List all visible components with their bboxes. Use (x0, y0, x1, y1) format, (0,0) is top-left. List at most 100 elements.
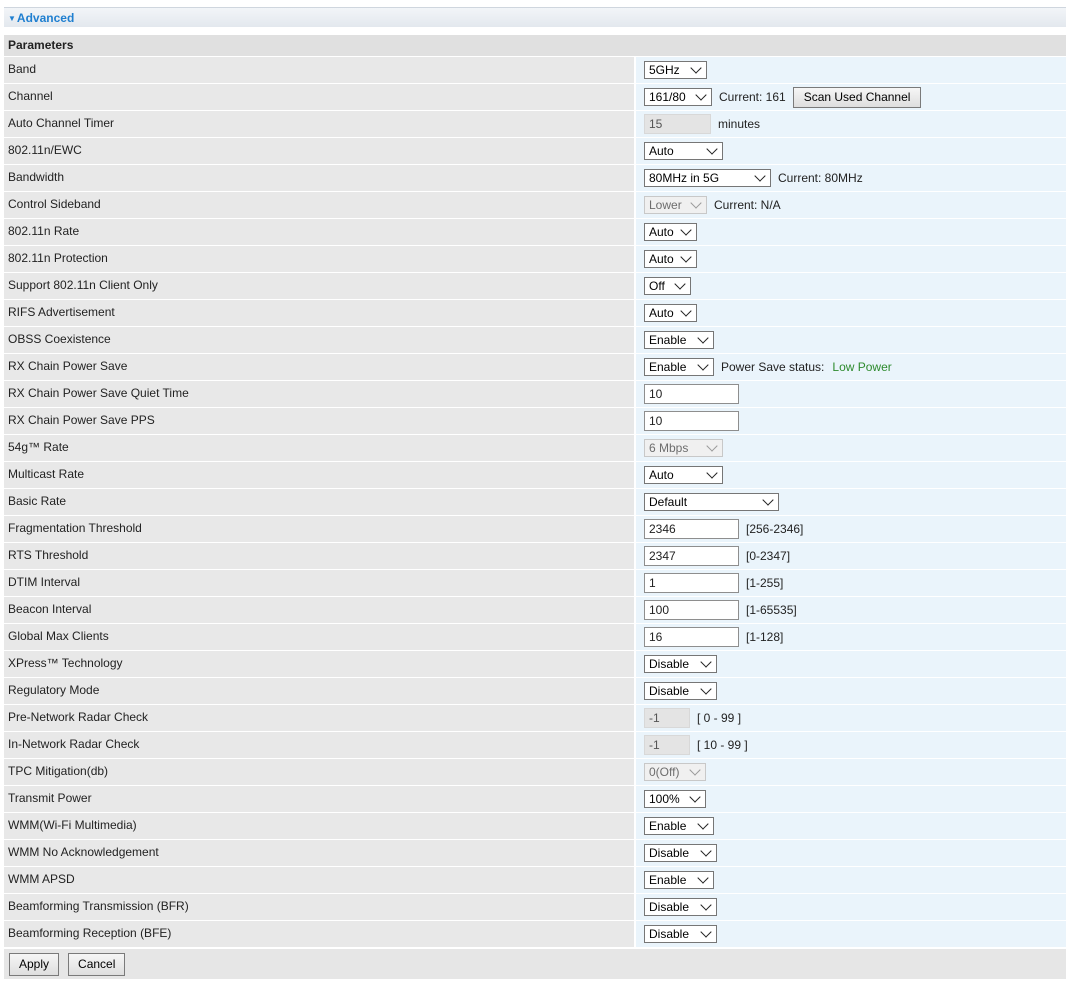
beacon-range: [1-65535] (746, 603, 797, 617)
chevron-down-icon (754, 170, 766, 182)
basic-rate-select[interactable]: Default (644, 493, 779, 511)
wmm-noack-select[interactable]: Disable (644, 844, 717, 862)
rx-quiet-time-input[interactable]: 10 (644, 384, 739, 404)
row-rifs: RIFS Advertisement Auto (4, 300, 1066, 327)
bandwidth-select[interactable]: 80MHz in 5G (644, 169, 771, 187)
row-multicast-rate: Multicast Rate Auto (4, 462, 1066, 489)
tpc-select-value: 0(Off) (649, 765, 680, 779)
obss-select-value: Enable (649, 333, 687, 347)
xpress-select[interactable]: Disable (644, 655, 717, 673)
n-protection-select[interactable]: Auto (644, 250, 697, 268)
rts-threshold-label: RTS Threshold (4, 543, 634, 569)
chevron-down-icon (700, 899, 712, 911)
row-rx-pps: RX Chain Power Save PPS 10 (4, 408, 1066, 435)
obss-select[interactable]: Enable (644, 331, 714, 349)
rx-pps-input[interactable]: 10 (644, 411, 739, 431)
n-ewc-select-value: Auto (649, 144, 674, 158)
frag-threshold-label: Fragmentation Threshold (4, 516, 634, 542)
pre-radar-input[interactable]: -1 (644, 708, 690, 728)
auto-channel-timer-input[interactable]: 15 (644, 114, 711, 134)
bfe-select[interactable]: Disable (644, 925, 717, 943)
rx-pps-label: RX Chain Power Save PPS (4, 408, 634, 434)
row-band: Band 5GHz (4, 57, 1066, 84)
channel-select-value: 161/80 (649, 90, 686, 104)
chevron-down-icon (706, 467, 718, 479)
auto-channel-timer-unit: minutes (718, 117, 761, 131)
row-54g-rate: 54g™ Rate 6 Mbps (4, 435, 1066, 462)
pre-radar-label: Pre-Network Radar Check (4, 705, 634, 731)
n-protection-select-value: Auto (649, 252, 674, 266)
in-radar-input[interactable]: -1 (644, 735, 690, 755)
band-label: Band (4, 57, 634, 83)
dtim-range: [1-255] (746, 576, 784, 590)
beacon-input[interactable]: 100 (644, 600, 739, 620)
chevron-down-icon (689, 764, 701, 776)
bfe-label: Beamforming Reception (BFE) (4, 921, 634, 947)
n-client-only-select[interactable]: Off (644, 277, 691, 295)
power-save-status-label: Power Save status: (721, 360, 825, 374)
advanced-panel: ▼Advanced Parameters Band 5GHz Channel 1… (4, 7, 1066, 979)
wmm-noack-label: WMM No Acknowledgement (4, 840, 634, 866)
n-rate-select[interactable]: Auto (644, 223, 697, 241)
tx-power-label: Transmit Power (4, 786, 634, 812)
bfr-label: Beamforming Transmission (BFR) (4, 894, 634, 920)
row-beacon: Beacon Interval 100 [1-65535] (4, 597, 1066, 624)
chevron-down-icon (689, 791, 701, 803)
rifs-select-value: Auto (649, 306, 674, 320)
row-rts-threshold: RTS Threshold 2347 [0-2347] (4, 543, 1066, 570)
chevron-down-icon (680, 224, 692, 236)
rx-power-save-select[interactable]: Enable (644, 358, 714, 376)
chevron-down-icon (700, 683, 712, 695)
max-clients-input[interactable]: 16 (644, 627, 739, 647)
rifs-select[interactable]: Auto (644, 304, 697, 322)
row-max-clients: Global Max Clients 16 [1-128] (4, 624, 1066, 651)
row-bandwidth: Bandwidth 80MHz in 5G Current: 80MHz (4, 165, 1066, 192)
row-basic-rate: Basic Rate Default (4, 489, 1066, 516)
multicast-rate-label: Multicast Rate (4, 462, 634, 488)
in-radar-range: [ 10 - 99 ] (697, 738, 748, 752)
apply-button[interactable]: Apply (9, 952, 60, 976)
wmm-apsd-select[interactable]: Enable (644, 871, 714, 889)
row-auto-channel-timer: Auto Channel Timer 15 minutes (4, 111, 1066, 138)
row-xpress: XPress™ Technology Disable (4, 651, 1066, 678)
wmm-label: WMM(Wi-Fi Multimedia) (4, 813, 634, 839)
xpress-select-value: Disable (649, 657, 690, 671)
scan-used-channel-button[interactable]: Scan Used Channel (792, 86, 922, 108)
xpress-label: XPress™ Technology (4, 651, 634, 677)
row-rx-power-save: RX Chain Power Save Enable Power Save sta… (4, 354, 1066, 381)
chevron-down-icon (700, 656, 712, 668)
row-wmm-apsd: WMM APSD Enable (4, 867, 1066, 894)
band-select[interactable]: 5GHz (644, 61, 707, 79)
multicast-rate-select[interactable]: Auto (644, 466, 723, 484)
advanced-section-header[interactable]: ▼Advanced (4, 7, 1066, 27)
frag-threshold-input[interactable]: 2346 (644, 519, 739, 539)
bfr-select[interactable]: Disable (644, 898, 717, 916)
rts-threshold-range: [0-2347] (746, 549, 791, 563)
bandwidth-select-value: 80MHz in 5G (649, 171, 720, 185)
dtim-input[interactable]: 1 (644, 573, 739, 593)
chevron-down-icon (680, 251, 692, 263)
control-sideband-select[interactable]: Lower (644, 196, 707, 214)
rate-54g-select[interactable]: 6 Mbps (644, 439, 723, 457)
max-clients-label: Global Max Clients (4, 624, 634, 650)
n-rate-label: 802.11n Rate (4, 219, 634, 245)
rate-54g-label: 54g™ Rate (4, 435, 634, 461)
cancel-button[interactable]: Cancel (68, 952, 126, 976)
rx-power-save-select-value: Enable (649, 360, 687, 374)
row-tpc: TPC Mitigation(db) 0(Off) (4, 759, 1066, 786)
caret-down-icon: ▼ (8, 14, 16, 23)
n-ewc-select[interactable]: Auto (644, 142, 723, 160)
band-select-value: 5GHz (649, 63, 680, 77)
multicast-rate-select-value: Auto (649, 468, 674, 482)
in-radar-label: In-Network Radar Check (4, 732, 634, 758)
bfr-select-value: Disable (649, 900, 690, 914)
rts-threshold-input[interactable]: 2347 (644, 546, 739, 566)
regulatory-label: Regulatory Mode (4, 678, 634, 704)
channel-select[interactable]: 161/80 (644, 88, 712, 106)
row-frag-threshold: Fragmentation Threshold 2346 [256-2346] (4, 516, 1066, 543)
tx-power-select[interactable]: 100% (644, 790, 706, 808)
row-wmm-noack: WMM No Acknowledgement Disable (4, 840, 1066, 867)
regulatory-select[interactable]: Disable (644, 682, 717, 700)
wmm-select[interactable]: Enable (644, 817, 714, 835)
tpc-select[interactable]: 0(Off) (644, 763, 706, 781)
